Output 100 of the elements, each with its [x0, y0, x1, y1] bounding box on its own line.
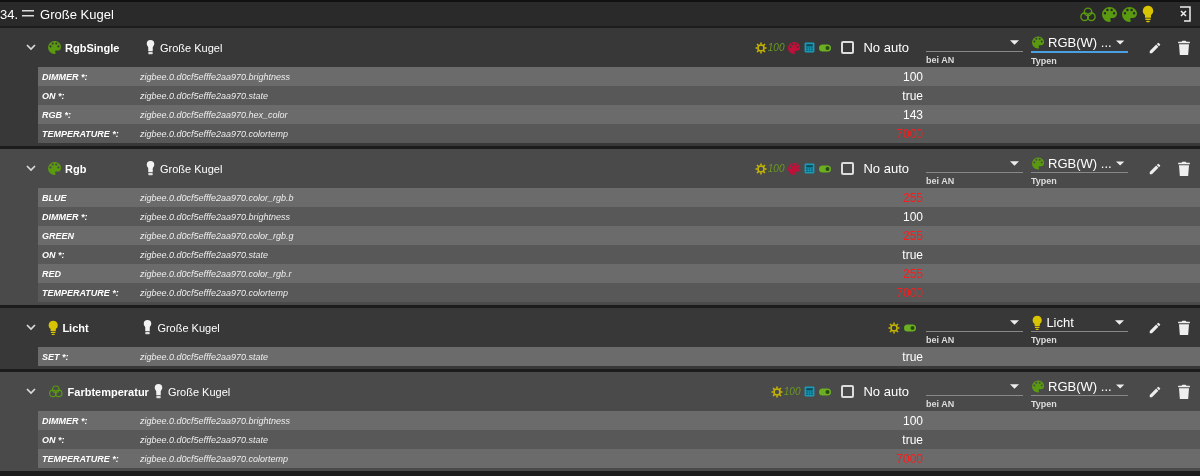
state-value: 7000	[895, 285, 923, 300]
state-id: zigbee.0.d0cf5efffe2aa970.state	[140, 351, 270, 362]
toggle-icon	[819, 43, 832, 52]
delete-icon[interactable]	[1178, 320, 1190, 335]
device-name: Große Kugel	[157, 321, 220, 334]
sun-icon	[754, 41, 767, 54]
edit-icon[interactable]	[1148, 40, 1162, 55]
state-id: zigbee.0.d0cf5efffe2aa970.colortemp	[140, 453, 290, 464]
lightbulb-icon	[153, 384, 163, 399]
state-label: TEMPERATURE *:	[41, 287, 120, 298]
item-number: 34.	[0, 6, 19, 22]
checkbox-label: No auto	[863, 384, 909, 399]
dimmer-value: 100	[783, 386, 801, 397]
palette-icon	[788, 41, 801, 54]
checkbox-label: No auto	[863, 161, 909, 176]
device-name: Große Kugel	[160, 162, 223, 175]
state-label: BLUE	[41, 192, 68, 203]
edit-icon[interactable]	[1148, 384, 1162, 399]
state-value: 143	[901, 107, 923, 122]
type-dropdown[interactable]: Licht	[1031, 314, 1128, 332]
toggle-icon	[819, 387, 832, 396]
chevron-icon[interactable]	[26, 165, 36, 172]
caret-icon	[1010, 161, 1019, 166]
state-id: zigbee.0.d0cf5efffe2aa970.color_rgb.b	[140, 192, 295, 203]
type-dropdown[interactable]: RGB(W) ...	[1031, 378, 1128, 396]
state-label: DIMMER *:	[41, 415, 89, 426]
checkbox[interactable]	[841, 41, 855, 54]
state-id: zigbee.0.d0cf5efffe2aa970.brightness	[140, 415, 292, 426]
state-value: 100	[901, 209, 923, 224]
state-id: zigbee.0.d0cf5efffe2aa970.brightness	[140, 71, 292, 82]
sun-icon	[888, 321, 900, 334]
state-label: RGB *:	[41, 109, 72, 120]
state-id: zigbee.0.d0cf5efffe2aa970.brightness	[140, 211, 292, 222]
dropdown-value: RGB(W) ...	[1048, 379, 1112, 394]
state-label: TEMPERATURE *:	[41, 453, 120, 464]
palette-icon	[1032, 157, 1045, 170]
calculator-icon	[804, 163, 816, 174]
state-value: 100	[901, 413, 923, 428]
state-id: zigbee.0.d0cf5efffe2aa970.color_rgb.g	[140, 230, 295, 241]
state-value: true	[901, 349, 923, 364]
state-id: zigbee.0.d0cf5efffe2aa970.color_rgb.r	[140, 268, 293, 279]
state-label: DIMMER *:	[41, 71, 89, 82]
menu-icon[interactable]	[22, 10, 35, 18]
palette-icon	[48, 41, 61, 54]
lightbulb-icon	[146, 161, 155, 176]
delete-icon[interactable]	[1178, 161, 1190, 176]
state-label: ON *:	[41, 434, 66, 445]
state-value: 7000	[895, 126, 923, 141]
state-label: ON *:	[41, 90, 66, 101]
lightbulb-icon	[48, 319, 59, 336]
caret-icon	[1115, 161, 1124, 166]
palette-icon	[1102, 6, 1117, 22]
state-id: zigbee.0.d0cf5efffe2aa970.state	[140, 434, 270, 445]
device-name: Große Kugel	[167, 385, 231, 398]
delete-icon[interactable]	[1178, 40, 1190, 55]
caret-icon	[1010, 320, 1019, 325]
palette-icon	[1032, 35, 1045, 49]
channel-name: Licht	[62, 321, 90, 334]
field-label: Typen	[1031, 335, 1058, 345]
circles-icon	[48, 385, 64, 398]
chevron-icon[interactable]	[26, 324, 36, 331]
dropdown-value: RGB(W) ...	[1048, 156, 1112, 171]
sun-icon	[770, 385, 783, 398]
caret-icon	[1010, 40, 1019, 45]
caret-icon	[1010, 384, 1019, 389]
sun-icon	[754, 162, 767, 175]
palette-icon	[48, 162, 61, 175]
calculator-icon	[804, 42, 816, 53]
edit-icon[interactable]	[1148, 161, 1162, 176]
channel-name: RgbSingle	[65, 41, 121, 54]
field-label: Typen	[1031, 55, 1058, 66]
field-label: Typen	[1031, 399, 1058, 409]
dropdown-value: RGB(W) ...	[1048, 34, 1112, 50]
state-value: 255	[901, 228, 923, 243]
exit-icon[interactable]	[1178, 6, 1192, 22]
field-label: bei AN	[926, 335, 956, 345]
circles-icon	[1079, 6, 1097, 22]
state-id: zigbee.0.d0cf5efffe2aa970.hex_color	[140, 109, 289, 120]
type-dropdown[interactable]: RGB(W) ...	[1031, 155, 1128, 173]
state-label: SET *:	[41, 351, 70, 362]
chevron-icon[interactable]	[26, 388, 36, 395]
device-name: Große Kugel	[160, 41, 223, 54]
chevron-icon[interactable]	[26, 44, 36, 51]
dimmer-value: 100	[767, 42, 785, 53]
state-value: 100	[901, 69, 923, 84]
dimmer-value: 100	[767, 163, 785, 174]
checkbox[interactable]	[841, 162, 855, 175]
state-value: 255	[901, 190, 923, 205]
edit-icon[interactable]	[1148, 320, 1162, 335]
caret-icon	[1115, 39, 1124, 45]
toggle-icon	[904, 323, 916, 332]
state-value: true	[901, 88, 923, 103]
state-label: DIMMER *:	[41, 211, 89, 222]
device-title: Große Kugel	[40, 6, 114, 22]
state-id: zigbee.0.d0cf5efffe2aa970.state	[140, 90, 270, 101]
palette-icon	[1032, 380, 1045, 393]
delete-icon[interactable]	[1178, 384, 1190, 399]
type-dropdown[interactable]: RGB(W) ...	[1031, 33, 1128, 53]
checkbox[interactable]	[841, 385, 855, 398]
field-label: bei AN	[926, 176, 956, 186]
